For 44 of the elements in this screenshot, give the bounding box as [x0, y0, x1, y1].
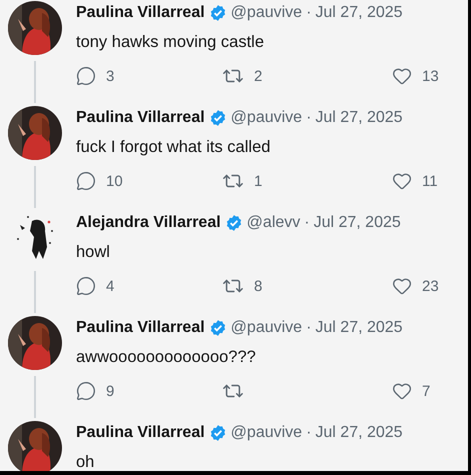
tweet-date[interactable]: Jul 27, 2025 [315, 4, 403, 22]
tweet-date[interactable]: Jul 27, 2025 [315, 109, 403, 127]
author-name[interactable]: Paulina Villarreal [76, 4, 205, 22]
author-handle[interactable]: @pauvive [230, 424, 302, 442]
author-name[interactable]: Paulina Villarreal [76, 319, 205, 337]
separator: · [306, 424, 312, 442]
separator: · [306, 4, 312, 22]
retweet-button[interactable]: 1 [222, 170, 262, 192]
heart-icon [392, 66, 412, 86]
heart-icon [392, 381, 412, 401]
retweet-button[interactable]: 2 [222, 65, 262, 87]
like-button[interactable]: 23 [392, 275, 439, 297]
tweet-date[interactable]: Jul 27, 2025 [315, 319, 403, 337]
separator: · [306, 319, 312, 337]
comment-icon [76, 276, 96, 296]
author-handle[interactable]: @alevv [246, 214, 300, 232]
tweet-date[interactable]: Jul 27, 2025 [314, 214, 401, 232]
tweet-date[interactable]: Jul 27, 2025 [315, 424, 403, 442]
like-button[interactable]: 13 [392, 65, 439, 87]
heart-icon [392, 171, 412, 191]
separator: · [304, 214, 310, 232]
author-name[interactable]: Paulina Villarreal [76, 109, 205, 127]
author-name[interactable]: Paulina Villarreal [76, 424, 205, 442]
tweet-text: tony hawks moving castle [76, 32, 266, 53]
comment-icon [76, 381, 96, 401]
reply-button[interactable]: 4 [76, 275, 114, 297]
reply-button[interactable]: 3 [76, 65, 114, 87]
separator: · [306, 109, 312, 127]
author-handle[interactable]: @pauvive [230, 109, 302, 127]
retweet-button[interactable]: 8 [222, 275, 262, 297]
reply-button[interactable]: 10 [76, 170, 123, 192]
author-handle[interactable]: @pauvive [230, 319, 302, 337]
heart-icon [392, 276, 412, 296]
tweet-text: oh [76, 452, 96, 471]
tweet-text: awwooooooooooooo??? [76, 347, 257, 368]
like-button[interactable]: 7 [392, 380, 430, 402]
comment-icon [76, 66, 96, 86]
tweet-text: howl [76, 242, 111, 263]
comment-icon [76, 171, 96, 191]
reply-button[interactable]: 9 [76, 380, 114, 402]
author-name[interactable]: Alejandra Villarreal [76, 214, 221, 232]
tweet-text: fuck I forgot what its called [76, 137, 272, 158]
author-handle[interactable]: @pauvive [230, 4, 302, 22]
like-button[interactable]: 11 [392, 170, 438, 192]
